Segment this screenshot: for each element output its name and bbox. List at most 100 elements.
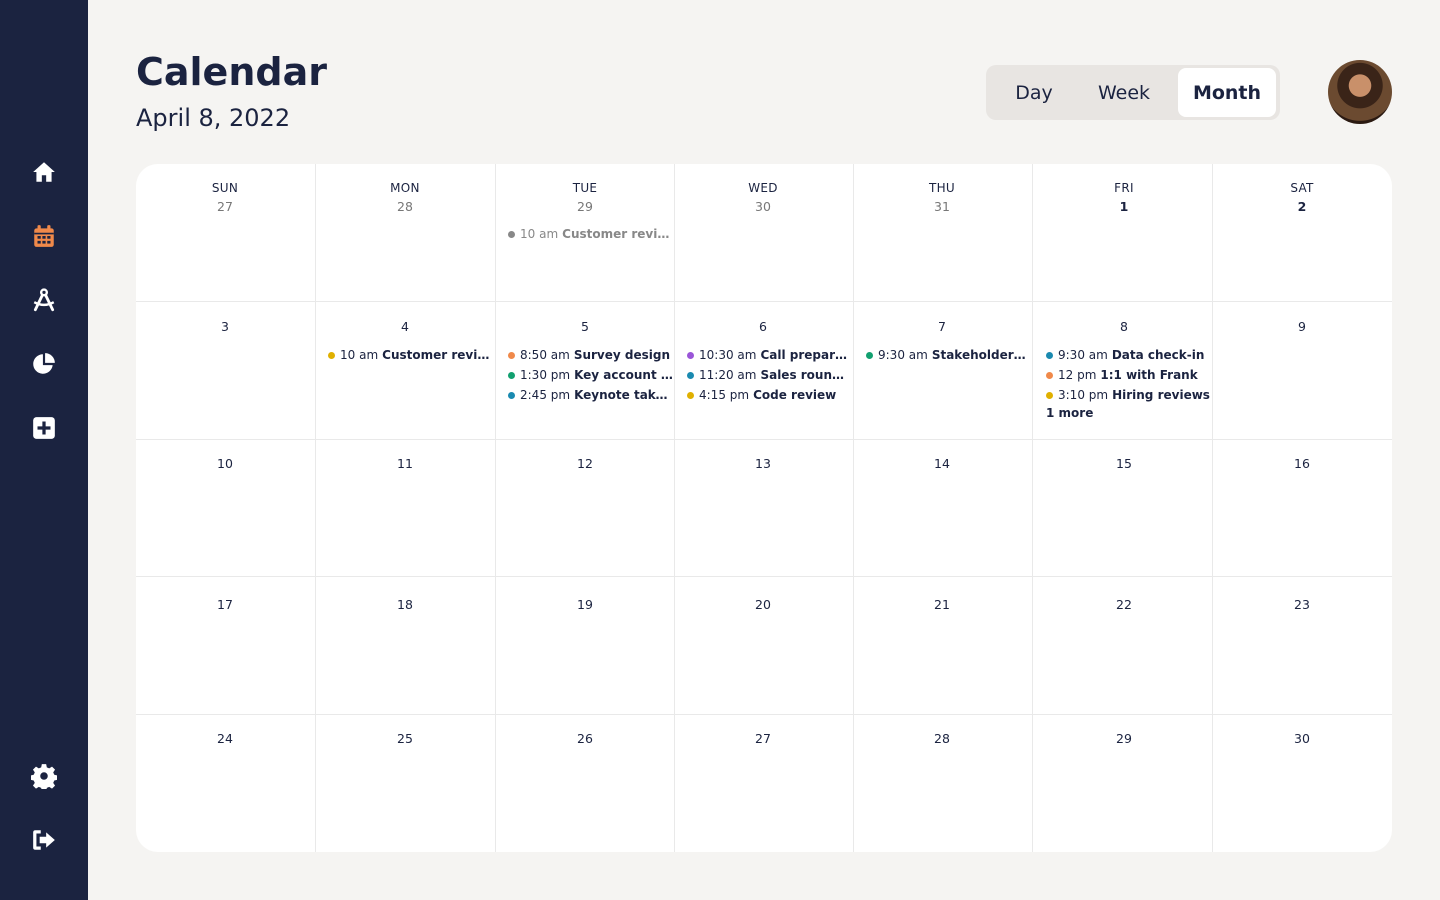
calendar-event[interactable]: 4:15 pm Code review	[687, 386, 852, 404]
calendar-event[interactable]: 1:30 pm Key account pl...	[508, 366, 673, 384]
grid-line	[136, 714, 1392, 715]
logout-icon[interactable]	[30, 826, 58, 854]
event-time: 10:30 am	[699, 348, 757, 362]
day-number[interactable]: 10	[175, 456, 275, 471]
event-title: Keynote takea...	[574, 388, 673, 402]
event-dot	[687, 371, 694, 379]
day-number[interactable]: 29	[535, 199, 635, 214]
day-number[interactable]: 3	[175, 319, 275, 334]
event-time: 1:30 pm	[520, 368, 571, 382]
grid-line	[495, 164, 496, 852]
event-time: 8:50 am	[520, 348, 570, 362]
month-view-button[interactable]: Month	[1178, 68, 1276, 117]
event-dot	[508, 371, 515, 379]
event-title: Customer review	[382, 348, 493, 362]
month-calendar: SUN MON TUE WED THU FRI SAT 27 28 29 30 …	[136, 164, 1392, 852]
week-view-button[interactable]: Week	[1079, 68, 1169, 117]
day-number[interactable]: 9	[1252, 319, 1352, 334]
grid-line	[315, 164, 316, 852]
day-number[interactable]: 14	[892, 456, 992, 471]
grid-line	[136, 301, 1392, 302]
weekday-header: MON	[390, 181, 420, 195]
day-number[interactable]: 19	[535, 597, 635, 612]
calendar-event[interactable]: 2:45 pm Keynote takea...	[508, 386, 673, 404]
day-number[interactable]: 23	[1252, 597, 1352, 612]
grid-line	[136, 439, 1392, 440]
event-dot	[1046, 371, 1053, 379]
weekday-header: SUN	[211, 181, 239, 195]
day-number[interactable]: 24	[175, 731, 275, 746]
event-title: Survey design	[573, 348, 670, 362]
calendar-event[interactable]: 9:30 am Stakeholders ...	[866, 346, 1031, 364]
event-dot	[687, 391, 694, 399]
event-time: 10 am	[340, 348, 379, 362]
day-number[interactable]: 27	[175, 199, 275, 214]
day-number[interactable]: 4	[355, 319, 455, 334]
calendar-event[interactable]: 10:30 am Call preparat...	[687, 346, 852, 364]
day-number[interactable]: 16	[1252, 456, 1352, 471]
day-view-button[interactable]: Day	[989, 68, 1079, 117]
event-dot	[687, 351, 694, 359]
current-date: April 8, 2022	[136, 104, 291, 132]
event-title: Sales round-...	[760, 368, 852, 382]
sidebar	[0, 0, 88, 900]
day-number[interactable]: 2	[1252, 199, 1352, 214]
day-number[interactable]: 30	[713, 199, 813, 214]
plus-square-icon[interactable]	[30, 414, 58, 442]
weekday-header: THU	[928, 181, 956, 195]
day-number[interactable]: 8	[1074, 319, 1174, 334]
calendar-event[interactable]: 10 am Customer review	[508, 225, 673, 243]
event-title: Data check-in	[1111, 348, 1205, 362]
calendar-icon[interactable]	[30, 222, 58, 250]
event-title: 1:1 with Frank	[1100, 368, 1198, 382]
day-number[interactable]: 6	[713, 319, 813, 334]
event-title: Customer review	[562, 227, 673, 241]
home-icon[interactable]	[30, 158, 58, 186]
day-number[interactable]: 22	[1074, 597, 1174, 612]
day-number[interactable]: 5	[535, 319, 635, 334]
day-number[interactable]: 31	[892, 199, 992, 214]
page-title: Calendar	[136, 50, 327, 94]
event-time: 12 pm	[1058, 368, 1097, 382]
calendar-event[interactable]: 10 am Customer review	[328, 346, 493, 364]
more-events-link[interactable]: 1 more	[1046, 406, 1093, 420]
day-number[interactable]: 29	[1074, 731, 1174, 746]
compass-icon[interactable]	[30, 286, 58, 314]
day-number[interactable]: 15	[1074, 456, 1174, 471]
calendar-event[interactable]: 11:20 am Sales round-...	[687, 366, 852, 384]
calendar-event[interactable]: 9:30 am Data check-in	[1046, 346, 1211, 364]
day-number[interactable]: 1	[1074, 199, 1174, 214]
day-number[interactable]: 20	[713, 597, 813, 612]
day-number[interactable]: 25	[355, 731, 455, 746]
event-dot	[1046, 391, 1053, 399]
day-number[interactable]: 13	[713, 456, 813, 471]
avatar[interactable]	[1328, 60, 1392, 124]
weekday-header: SAT	[1290, 181, 1314, 195]
day-number[interactable]: 27	[713, 731, 813, 746]
calendar-event[interactable]: 3:10 pm Hiring reviews	[1046, 386, 1211, 404]
day-number[interactable]: 28	[892, 731, 992, 746]
calendar-event[interactable]: 8:50 am Survey design	[508, 346, 673, 364]
event-time: 9:30 am	[878, 348, 928, 362]
weekday-header: FRI	[1114, 181, 1134, 195]
day-number[interactable]: 26	[535, 731, 635, 746]
event-dot	[328, 351, 335, 359]
day-number[interactable]: 30	[1252, 731, 1352, 746]
day-number[interactable]: 7	[892, 319, 992, 334]
gear-icon[interactable]	[30, 762, 58, 790]
pie-chart-icon[interactable]	[30, 350, 58, 378]
event-title: Stakeholders ...	[931, 348, 1031, 362]
calendar-event[interactable]: 12 pm 1:1 with Frank	[1046, 366, 1211, 384]
day-number[interactable]: 21	[892, 597, 992, 612]
day-number[interactable]: 18	[355, 597, 455, 612]
day-number[interactable]: 12	[535, 456, 635, 471]
day-number[interactable]: 11	[355, 456, 455, 471]
event-time: 11:20 am	[699, 368, 757, 382]
grid-line	[853, 164, 854, 852]
day-number[interactable]: 28	[355, 199, 455, 214]
event-title: Call preparat...	[760, 348, 852, 362]
day-number[interactable]: 17	[175, 597, 275, 612]
grid-line	[1032, 164, 1033, 852]
grid-line	[674, 164, 675, 852]
event-time: 3:10 pm	[1058, 388, 1109, 402]
